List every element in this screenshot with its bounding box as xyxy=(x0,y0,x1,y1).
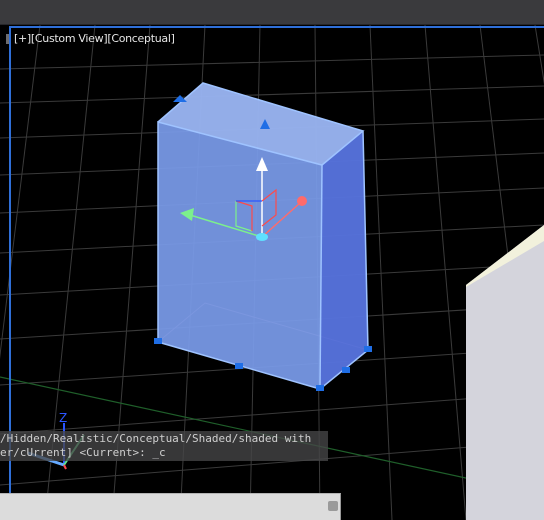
command-options-button[interactable] xyxy=(328,501,338,511)
ucs-z-label: Z xyxy=(59,411,67,425)
model-viewport[interactable]: Z [+][Custom View][Conceptual] /Hidden/R… xyxy=(0,25,544,520)
title-bar xyxy=(0,0,544,25)
white-solid[interactable] xyxy=(466,225,544,520)
command-input[interactable] xyxy=(0,493,341,520)
command-history-line: /Hidden/Realistic/Conceptual/Shaded/shad… xyxy=(0,432,312,445)
viewport-control-tab[interactable] xyxy=(6,34,9,44)
command-history: /Hidden/Realistic/Conceptual/Shaded/shad… xyxy=(0,431,328,461)
viewport-controls-label[interactable]: [+][Custom View][Conceptual] xyxy=(14,32,175,45)
command-history-line: er/cUrrent] <Current>: _c xyxy=(0,446,166,459)
